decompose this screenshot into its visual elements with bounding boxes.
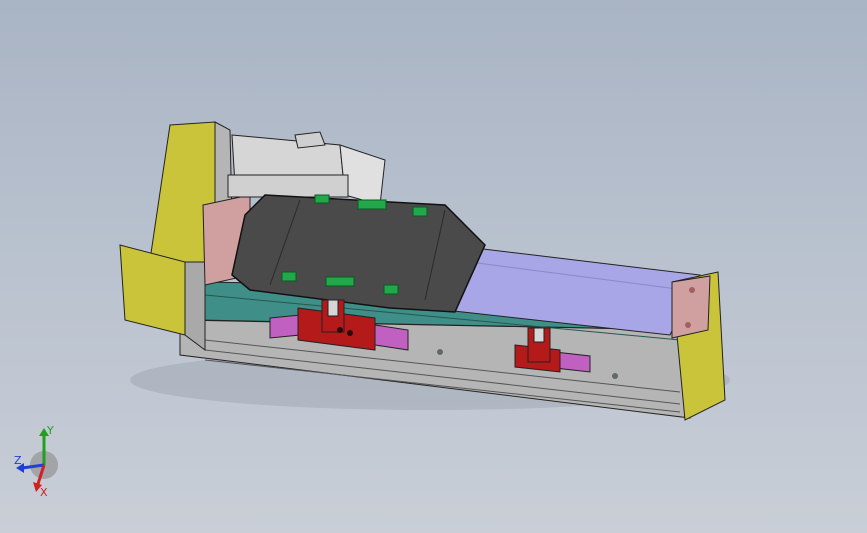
x-axis-label: X xyxy=(40,486,48,499)
y-axis-label: Y xyxy=(46,424,54,437)
motor-body[interactable] xyxy=(227,131,386,206)
linear-actuator-model[interactable] xyxy=(0,0,867,533)
axis-triad[interactable]: Y Z X xyxy=(14,420,74,500)
z-axis-label: Z xyxy=(14,454,22,467)
end-plate xyxy=(671,275,711,339)
cad-graphics-viewport[interactable]: Y Z X xyxy=(0,0,867,533)
